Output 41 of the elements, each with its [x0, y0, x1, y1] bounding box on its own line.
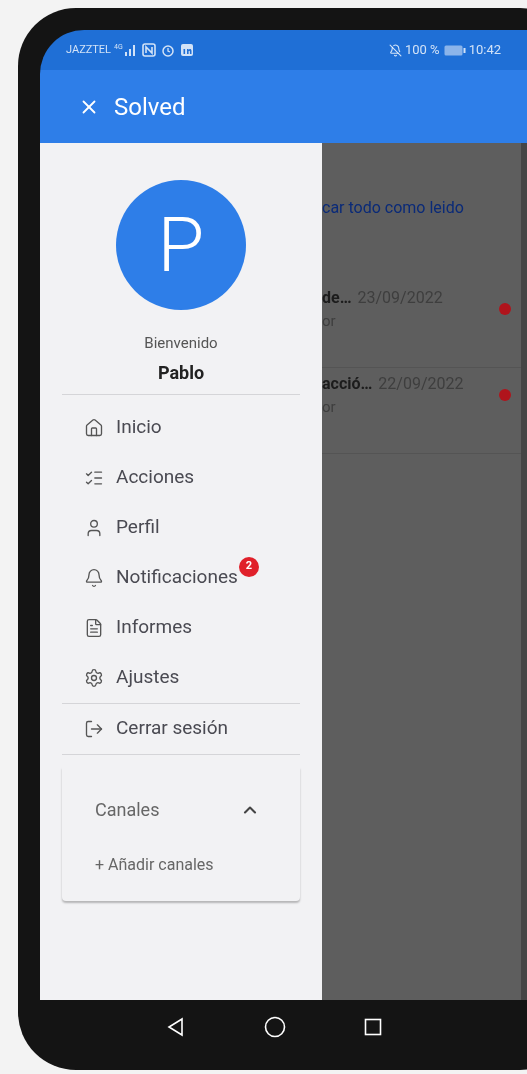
user-name: Pablo: [157, 360, 205, 385]
muted-bell-icon: [388, 43, 402, 57]
menu-label: Cerrar sesión: [116, 715, 229, 742]
document-icon: [84, 617, 104, 638]
channels-title: Canales: [95, 798, 161, 822]
home-icon[interactable]: [264, 1016, 286, 1038]
menu-item[interactable]: Notificaciones 2: [62, 552, 300, 603]
menu-label: Inicio: [116, 414, 162, 441]
add-channels-link[interactable]: + Añadir canales: [95, 852, 214, 877]
clock-time: 10:42: [468, 41, 501, 60]
settings-icon: [84, 667, 104, 688]
alarm-icon: [160, 43, 175, 57]
menu-label: Notificaciones: [116, 564, 238, 591]
logout-icon: [84, 718, 104, 739]
menu-item[interactable]: Acciones: [62, 452, 300, 503]
menu-item[interactable]: Inicio: [62, 402, 300, 453]
avatar: P: [116, 180, 246, 310]
nfc-icon: [141, 43, 156, 57]
menu-item[interactable]: Ajustes: [62, 652, 300, 703]
back-icon[interactable]: [166, 1017, 186, 1037]
notification-title: de…: [322, 287, 352, 309]
welcome-text: Bienvenido: [144, 333, 218, 354]
signal-icon: [123, 44, 136, 56]
bell-icon: [84, 567, 104, 588]
menu-item[interactable]: Perfil: [62, 502, 300, 553]
menu-label: Acciones: [116, 464, 195, 491]
menu-label: Ajustes: [116, 664, 180, 691]
notification-badge: 2: [238, 556, 259, 577]
channels-header[interactable]: Canales: [62, 766, 300, 853]
carrier-name: JAZZTEL: [66, 41, 112, 58]
recents-icon[interactable]: [364, 1018, 382, 1036]
menu-item[interactable]: Informes: [62, 602, 300, 653]
house-icon: [84, 417, 104, 438]
battery-icon: [443, 44, 466, 56]
notification-title: acció…: [322, 373, 373, 395]
menu-label: Informes: [116, 614, 193, 641]
battery-percent: 100 %: [404, 41, 440, 60]
app-title: Solved: [114, 91, 186, 123]
square-app-icon: [179, 43, 194, 57]
logout-item[interactable]: Cerrar sesión: [62, 703, 300, 754]
menu-label: Perfil: [116, 514, 160, 541]
